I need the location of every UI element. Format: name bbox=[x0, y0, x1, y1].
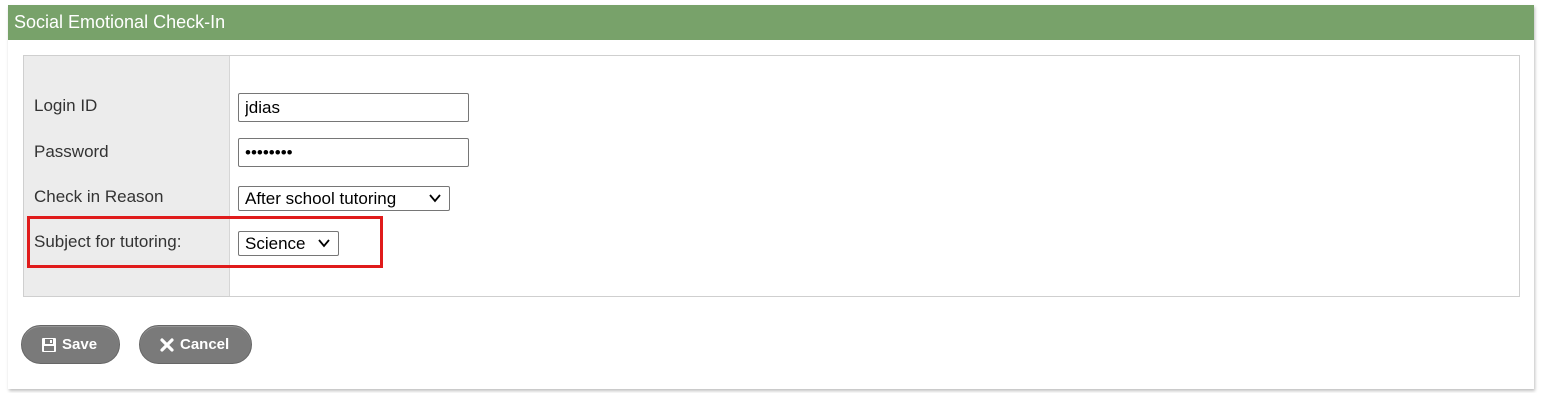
check-in-reason-label: Check in Reason bbox=[34, 187, 164, 206]
save-button-label: Save bbox=[62, 336, 98, 353]
x-icon bbox=[160, 337, 174, 352]
login-id-input[interactable] bbox=[238, 93, 469, 122]
password-label: Password bbox=[34, 142, 109, 161]
panel-title: Social Emotional Check-In bbox=[8, 5, 1534, 40]
check-in-reason-select[interactable]: After school tutoring bbox=[238, 186, 450, 211]
floppy-disk-icon bbox=[42, 337, 56, 352]
login-id-label: Login ID bbox=[34, 96, 98, 115]
chevron-down-icon bbox=[429, 194, 441, 203]
check-in-reason-value: After school tutoring bbox=[245, 189, 397, 208]
check-in-panel: Social Emotional Check-In Login ID Passw… bbox=[8, 5, 1534, 389]
cancel-button[interactable]: Cancel bbox=[139, 325, 252, 364]
subject-highlight-box bbox=[27, 216, 383, 268]
password-input[interactable] bbox=[238, 138, 469, 167]
cancel-button-label: Cancel bbox=[180, 336, 230, 353]
save-button[interactable]: Save bbox=[21, 325, 120, 364]
